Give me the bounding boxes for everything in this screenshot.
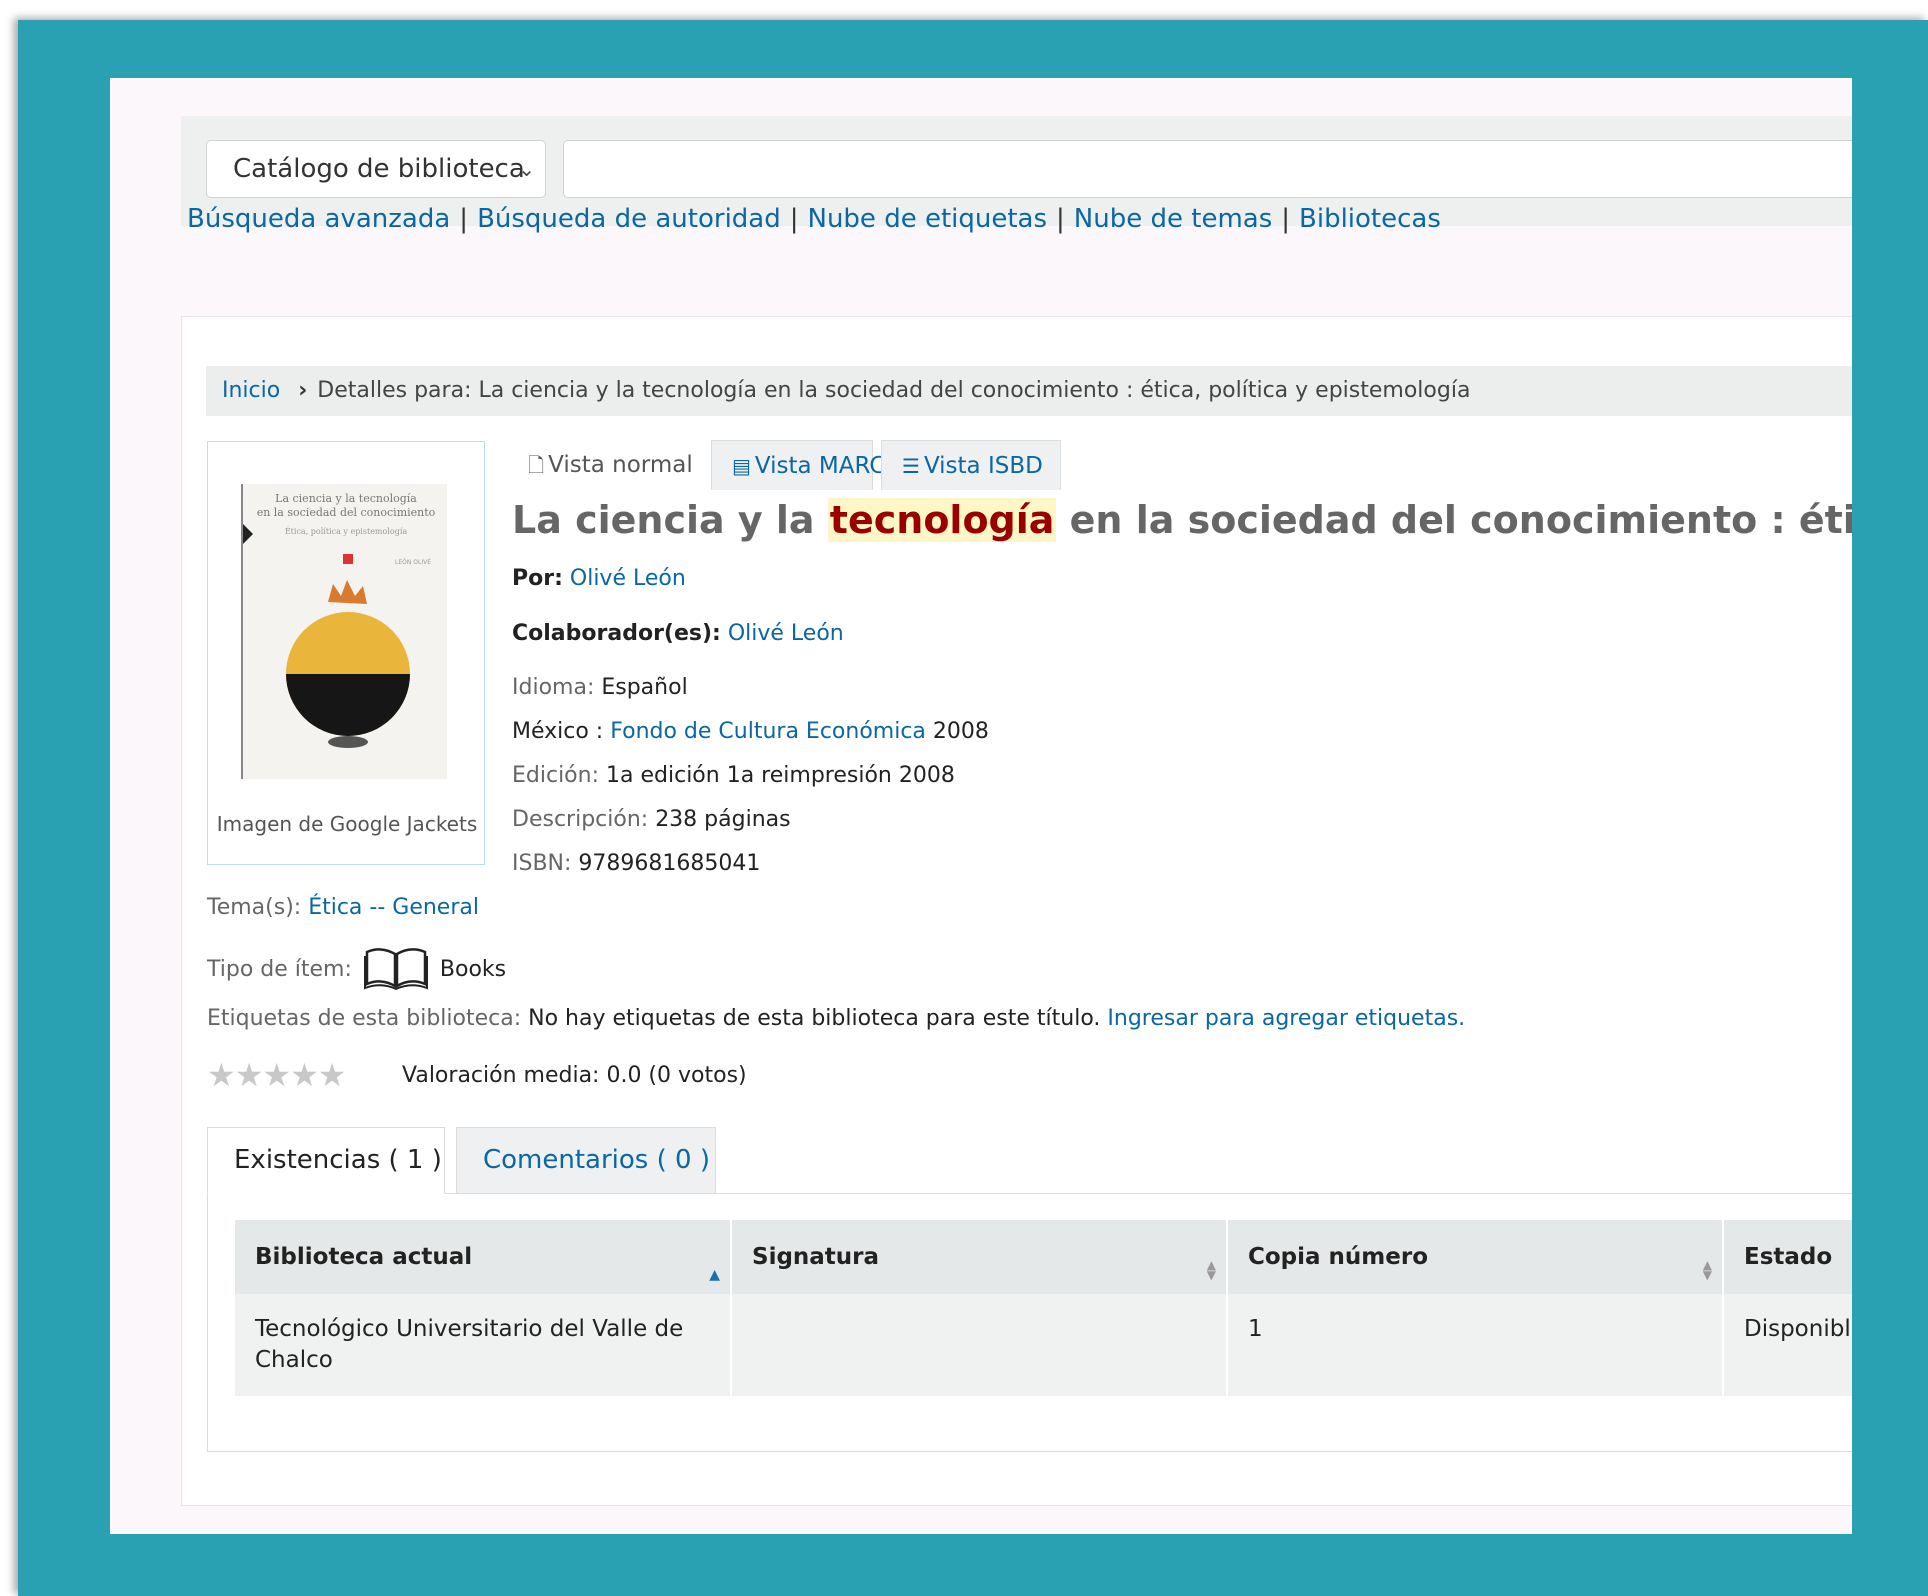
column-header-status[interactable]: Estado: [1723, 1220, 1852, 1294]
opac-page: Catálogo de biblioteca ⌄ Búsqueda avanza…: [110, 78, 1852, 1534]
record-title: La ciencia y la tecnología en la socieda…: [512, 498, 1852, 542]
subject-field: Tema(s): Ética -- General: [207, 895, 479, 920]
book-cover-illustration: La ciencia y la tecnología en la socieda…: [243, 484, 447, 779]
subject-link[interactable]: Ética -- General: [308, 895, 479, 920]
description-field: Descripción: 238 páginas: [512, 807, 791, 832]
breadcrumb-current: Detalles para: La ciencia y la tecnologí…: [317, 378, 1471, 403]
svg-text:La ciencia y la tecnología: La ciencia y la tecnología: [275, 492, 417, 505]
tab-divider: [207, 1193, 1852, 1194]
sort-icon: ▲ ▼: [1702, 1258, 1712, 1282]
author-link[interactable]: Olivé León: [570, 566, 686, 591]
edition-field: Edición: 1a edición 1a reimpresión 2008: [512, 763, 955, 788]
cell-library: Tecnológico Universitario del Valle de C…: [235, 1294, 732, 1396]
isbn-field: ISBN: 9789681685041: [512, 851, 761, 876]
breadcrumb-home[interactable]: Inicio: [222, 378, 280, 403]
sort-icon: ▲ ▼: [1206, 1258, 1216, 1282]
table-header-row: Biblioteca actual ▲ Signatura ▲ ▼ Copia n…: [235, 1220, 1852, 1294]
document-icon: 🗋: [528, 453, 545, 477]
cell-callnumber: [731, 1294, 1228, 1396]
search-highlight: tecnología: [827, 498, 1057, 542]
tab-marc-view[interactable]: ▤ Vista MARC: [711, 440, 885, 490]
column-header-callnumber[interactable]: Signatura ▲ ▼: [731, 1220, 1228, 1294]
cell-status: Disponible: [1723, 1294, 1852, 1396]
search-scope-select[interactable]: Catálogo de biblioteca ⌄: [206, 140, 546, 198]
search-scope-value: Catálogo de biblioteca: [233, 154, 525, 184]
svg-text:en la sociedad del conocimient: en la sociedad del conocimiento: [257, 506, 436, 519]
svg-text:Ética, política y epistemologí: Ética, política y epistemología: [285, 527, 408, 536]
language-field: Idioma: Español: [512, 675, 688, 700]
star-rating[interactable]: ★★★★★: [207, 1056, 347, 1094]
sort-asc-icon: ▲: [709, 1267, 720, 1283]
contributor-field: Colaborador(es): Olivé León: [512, 621, 844, 646]
column-header-library[interactable]: Biblioteca actual ▲: [235, 1220, 732, 1294]
link-tag-cloud[interactable]: Nube de etiquetas: [808, 204, 1048, 234]
svg-text:LEÓN OLIVÉ: LEÓN OLIVÉ: [395, 558, 431, 566]
tab-normal-view[interactable]: 🗋 Vista normal: [508, 440, 704, 490]
chevron-down-icon: ⌄: [518, 157, 535, 181]
tab-holdings[interactable]: Existencias ( 1 ): [207, 1127, 445, 1194]
contributor-link[interactable]: Olivé León: [728, 621, 844, 646]
book-cover-image[interactable]: La ciencia y la tecnología en la socieda…: [241, 484, 447, 779]
list-icon: ☰: [902, 454, 920, 478]
top-nav-links: Búsqueda avanzada | Búsqueda de autoridad |…: [187, 204, 1441, 234]
link-authority-search[interactable]: Búsqueda de autoridad: [477, 204, 781, 234]
itemtype-field: Tipo de ítem: Books: [207, 944, 506, 996]
star-icon[interactable]: ★: [262, 1056, 291, 1094]
breadcrumb: Inicio › Detalles para: La ciencia y la te…: [206, 366, 1852, 416]
tab-comments[interactable]: Comentarios ( 0 ): [456, 1127, 716, 1194]
link-advanced-search[interactable]: Búsqueda avanzada: [187, 204, 450, 234]
book-icon: [363, 944, 429, 996]
chevron-right-icon: ›: [298, 378, 308, 403]
average-rating: Valoración media: 0.0 (0 votos): [402, 1063, 747, 1088]
cover-box: La ciencia y la tecnología en la socieda…: [207, 441, 485, 865]
star-icon[interactable]: ★: [235, 1056, 264, 1094]
publication-field: México : Fondo de Cultura Económica 2008: [512, 719, 989, 744]
star-icon[interactable]: ★: [207, 1056, 236, 1094]
tags-field: Etiquetas de esta biblioteca: No hay eti…: [207, 1006, 1466, 1031]
tab-isbd-view[interactable]: ☰ Vista ISBD: [881, 440, 1061, 490]
login-add-tags-link[interactable]: Ingresar para agregar etiquetas.: [1107, 1006, 1465, 1031]
cell-copy: 1: [1227, 1294, 1724, 1396]
holdings-table: Biblioteca actual ▲ Signatura ▲ ▼ Copia n…: [235, 1220, 1852, 1396]
star-icon[interactable]: ★: [290, 1056, 319, 1094]
search-input[interactable]: [563, 140, 1852, 198]
column-header-copy[interactable]: Copia número ▲ ▼: [1227, 1220, 1724, 1294]
author-field: Por: Olivé León: [512, 566, 686, 591]
list-alt-icon: ▤: [732, 454, 751, 478]
link-subject-cloud[interactable]: Nube de temas: [1074, 204, 1272, 234]
cover-caption: Imagen de Google Jackets: [216, 812, 478, 836]
publisher-link[interactable]: Fondo de Cultura Económica: [610, 719, 926, 744]
link-libraries[interactable]: Bibliotecas: [1299, 204, 1441, 234]
star-icon[interactable]: ★: [318, 1056, 347, 1094]
table-row: Tecnológico Universitario del Valle de C…: [235, 1294, 1852, 1396]
